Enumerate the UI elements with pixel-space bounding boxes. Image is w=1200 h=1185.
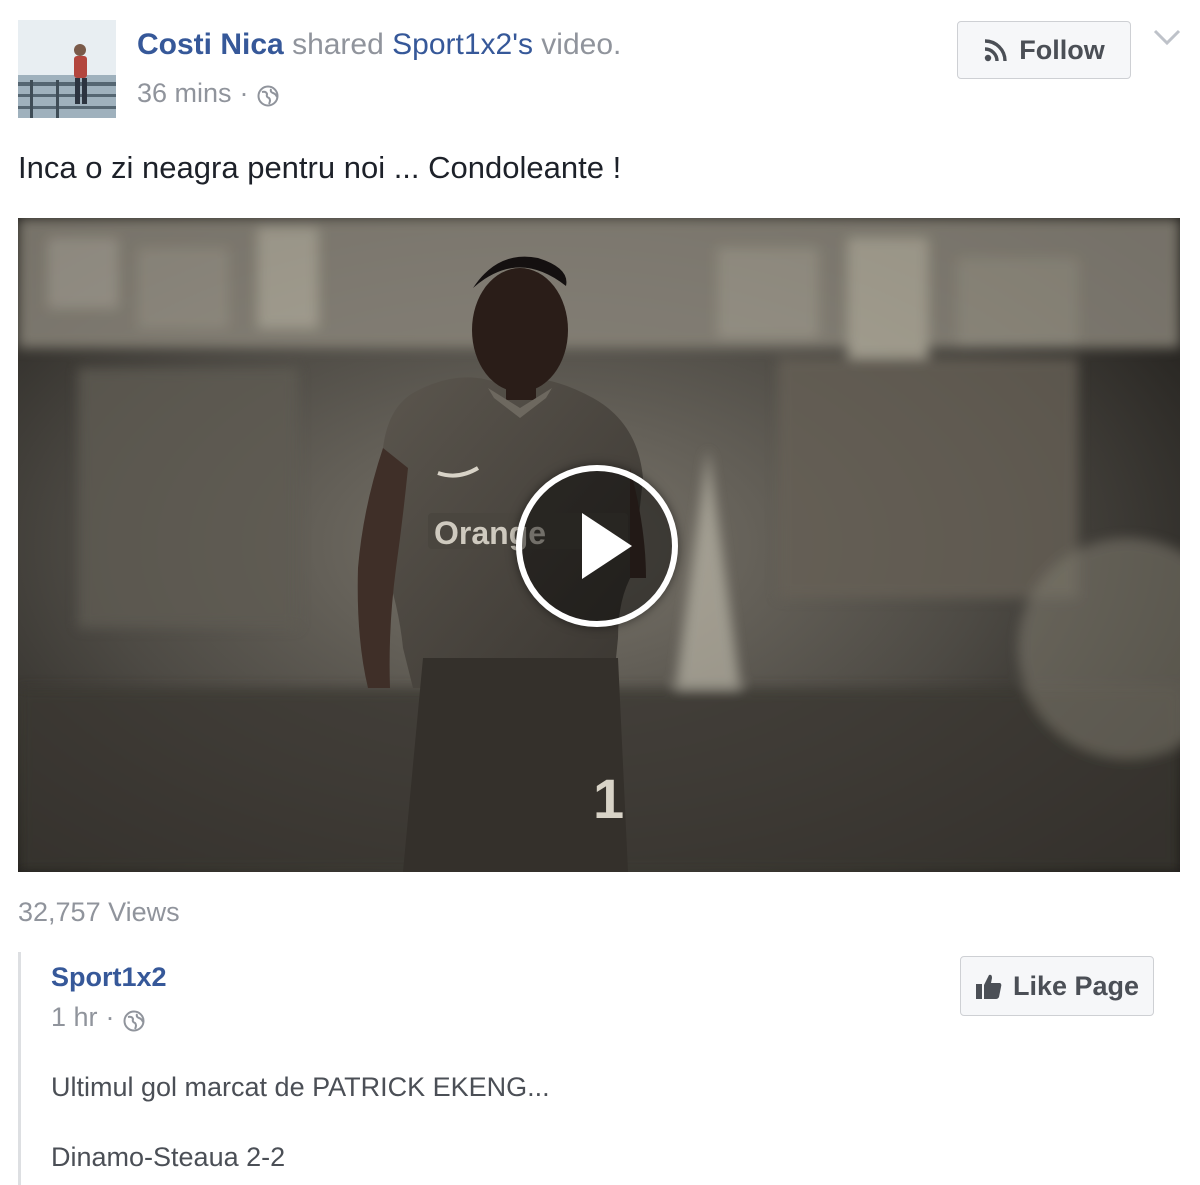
play-icon [582, 513, 632, 579]
shared-page-name-link[interactable]: Sport1x2 [51, 960, 167, 994]
thumbs-up-icon [975, 972, 1003, 1000]
author-avatar[interactable] [18, 20, 116, 118]
shared-post-meta: 1 hr · [51, 1000, 145, 1034]
video-player[interactable]: Orange 1 [18, 218, 1180, 872]
rss-icon [983, 37, 1009, 63]
chevron-down-icon[interactable] [1152, 27, 1182, 47]
play-button[interactable] [516, 465, 678, 627]
avatar-photo [18, 20, 116, 118]
shared-post-timestamp[interactable]: 1 hr [51, 1000, 98, 1034]
facebook-post: Costi Nica shared Sport1x2's video. 36 m… [0, 0, 1200, 1185]
shared-attachment: Sport1x2 1 hr · Like Page Ultimul gol ma… [18, 952, 1180, 1185]
meta-separator: · [239, 78, 249, 108]
globe-icon[interactable] [257, 82, 279, 107]
jersey-number: 1 [593, 767, 624, 830]
globe-icon[interactable] [123, 1006, 145, 1032]
meta-separator: · [105, 1002, 115, 1032]
follow-button-label: Follow [1019, 34, 1105, 65]
shared-verb: shared [292, 28, 384, 61]
shared-post-text: Ultimul gol marcat de PATRICK EKENG... [51, 1072, 550, 1102]
post-meta: 36 mins · [137, 77, 279, 109]
video-views-count[interactable]: 32,757 Views [18, 895, 180, 929]
shared-page-link[interactable]: Sport1x2's [392, 28, 533, 61]
like-page-button-label: Like Page [1012, 970, 1140, 1001]
post-timestamp[interactable]: 36 mins [137, 77, 232, 109]
like-page-button[interactable]: Like Page [960, 956, 1154, 1016]
post-message: Inca o zi neagra pentru noi ... Condolea… [18, 150, 622, 185]
shared-post-text: Dinamo-Steaua 2-2 [51, 1142, 286, 1172]
shared-object[interactable]: video. [541, 28, 621, 61]
author-name-link[interactable]: Costi Nica [137, 28, 284, 61]
post-header-line: Costi Nica shared Sport1x2's video. [137, 27, 621, 63]
follow-button[interactable]: Follow [957, 21, 1131, 79]
